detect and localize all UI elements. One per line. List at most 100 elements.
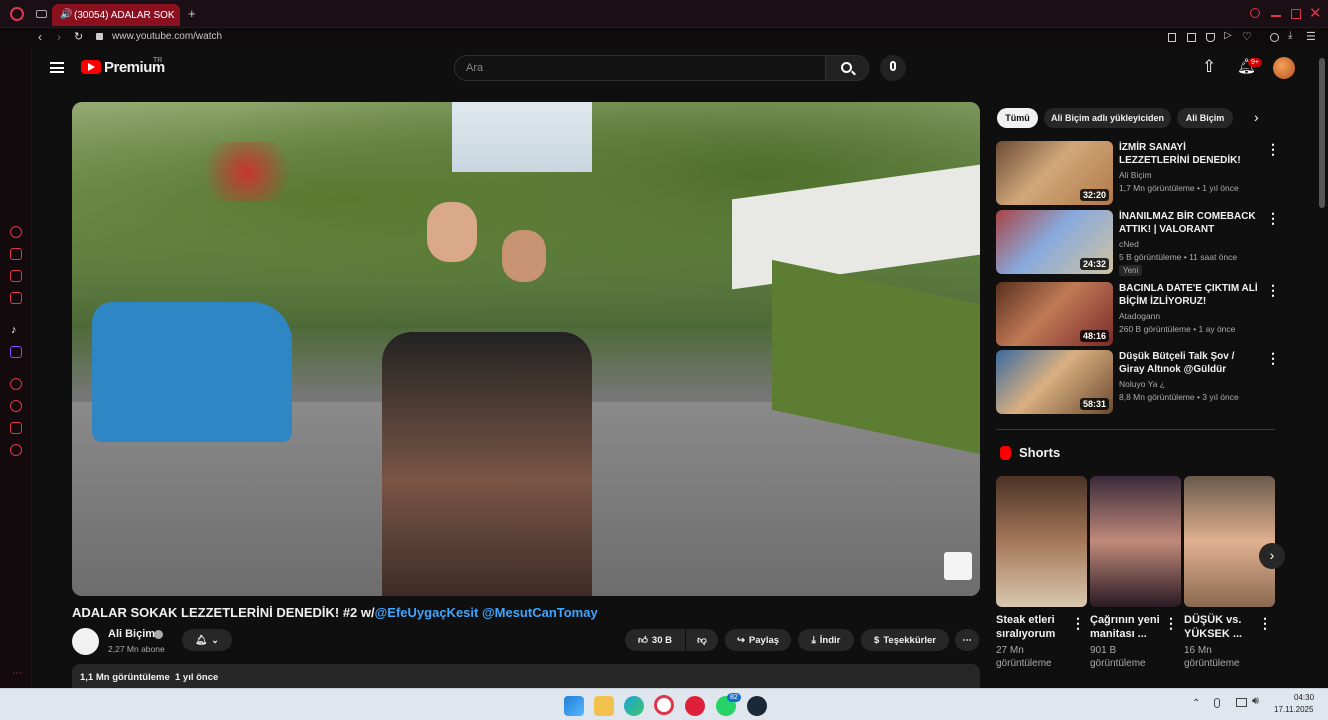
maximize-button[interactable] [1291,9,1301,19]
short-thumbnail[interactable] [1184,476,1275,607]
list-item[interactable]: 58:31 Düşük Bütçeli Talk Şov / Giray Alt… [996,350,1280,414]
mention-link[interactable]: @MesutCanTomay [482,605,598,620]
close-window-button[interactable]: ✕ [1309,4,1322,22]
profile-icon[interactable] [1270,33,1279,42]
more-icon[interactable]: ⋮ [1266,350,1280,367]
reload-icon[interactable]: ↻ [74,30,83,43]
list-item[interactable]: 24:32 İNANILMAZ BİR COMEBACK ATTIK! | VA… [996,210,1280,276]
youtube-music-icon[interactable] [685,696,705,716]
opera-taskbar-icon[interactable] [654,695,674,715]
description-box[interactable]: 1,1 Mn görüntüleme 1 yıl önce [72,664,980,688]
search-tabs-icon[interactable] [1250,8,1260,18]
search-button[interactable] [825,55,869,81]
start-icon[interactable] [564,696,584,716]
chip-all[interactable]: Tümü [997,108,1038,128]
clock-date[interactable]: 17.11.2025 [1274,705,1313,714]
mention-link[interactable]: @EfeUygaçKesit [375,605,479,620]
shield-icon[interactable] [1206,33,1215,42]
play-icon[interactable]: ▷ [1224,30,1232,41]
video-player[interactable] [72,102,980,596]
shorts-next-button[interactable]: › [1259,543,1285,569]
more-icon[interactable]: ⋮ [1258,615,1272,632]
network-icon[interactable] [1236,698,1247,707]
steam-icon[interactable] [747,696,767,716]
short-thumbnail[interactable] [1090,476,1181,607]
tiktok-icon[interactable]: ♪ [11,324,17,336]
speaker-icon[interactable]: 🔊 [60,9,72,20]
more-icon[interactable]: ⋮ [1266,141,1280,158]
pin-icon[interactable] [1168,33,1176,42]
short-title[interactable]: Steak etleri sıralıyorum [996,613,1068,641]
subscribed-bell-button[interactable]: 🔔︎ ⌄ [182,629,232,651]
like-button[interactable]: 👍︎ 30 B [625,629,685,651]
channel-name[interactable]: Ali Biçim [108,628,155,640]
chevron-right-icon[interactable]: › [1254,109,1259,125]
active-tab[interactable]: 🔊 (30054) ADALAR SOK [52,4,180,26]
related-title[interactable]: BACINLA DATE'E ÇIKTIM ALİ BİÇİM İZLİYORU… [1119,282,1259,308]
video-thumbnail[interactable]: 32:20 [996,141,1113,205]
share-button[interactable]: ↪ Paylaş [725,629,791,651]
crypto-wallet-icon[interactable] [10,248,22,260]
opera-logo-icon[interactable] [10,7,24,21]
more-icon[interactable]: ⋮ [1266,210,1280,227]
edge-icon[interactable] [624,696,644,716]
thanks-button[interactable]: $ Teşekkürler [861,629,949,651]
related-title[interactable]: İNANILMAZ BİR COMEBACK ATTIK! | VALORANT… [1119,210,1259,236]
list-item[interactable]: 32:20 İZMİR SANAYİ LEZZETLERİNİ DENEDİK!… [996,141,1280,205]
related-channel[interactable]: cNed [1119,238,1139,251]
back-icon[interactable]: ‹ [38,30,42,44]
chip-uploader[interactable]: Ali Biçim adlı yükleyiciden [1044,108,1171,128]
tab-islands-icon[interactable] [36,10,47,18]
download-icon[interactable]: ⤓ [1288,30,1292,41]
scrollbar[interactable] [1319,58,1325,208]
account-avatar[interactable] [1273,57,1295,79]
related-title[interactable]: Düşük Bütçeli Talk Şov / Giray Altınok @… [1119,350,1259,376]
messenger-icon[interactable] [10,270,22,282]
history-icon[interactable] [10,400,22,412]
telegram-icon[interactable] [10,292,22,304]
search-input[interactable]: Ara [454,55,826,81]
chip-channel[interactable]: Ali Biçim [1177,108,1233,128]
upload-icon[interactable]: ⇧ [1202,57,1216,77]
download-button[interactable]: ⤓ İndir [798,629,854,651]
menu-icon[interactable]: ☰ [1306,30,1316,43]
clock-time[interactable]: 04:30 [1294,693,1314,702]
short-title[interactable]: Çağrının yeni manitası ... [1090,613,1162,641]
more-actions-button[interactable]: ⋯ [955,629,979,651]
more-icon[interactable]: ⋮ [1071,615,1085,632]
related-channel[interactable]: Atadogann [1119,310,1160,323]
url-text[interactable]: www.youtube.com/watch [112,31,222,42]
aria-icon[interactable] [10,226,22,238]
more-icon[interactable]: ⋮ [1164,615,1178,632]
short-title[interactable]: DÜŞÜK vs. YÜKSEK ... [1184,613,1256,641]
channel-avatar[interactable] [72,628,99,655]
volume-icon[interactable]: 🔊︎ [1252,695,1259,708]
hamburger-menu-icon[interactable] [50,62,64,73]
settings-icon[interactable] [10,444,22,456]
mic-tray-icon[interactable] [1214,698,1220,708]
video-thumbnail[interactable]: 24:32 [996,210,1113,274]
youtube-logo-icon[interactable] [81,60,101,74]
video-thumbnail[interactable]: 58:31 [996,350,1113,414]
more-sidebar-icon[interactable]: ⋯ [12,668,22,679]
file-explorer-icon[interactable] [594,696,614,716]
player-icon[interactable] [10,378,22,390]
related-channel[interactable]: Noluyo Ya ¿ [1119,378,1165,391]
new-tab-button[interactable]: + [188,6,196,21]
list-item[interactable]: 48:16 BACINLA DATE'E ÇIKTIM ALİ BİÇİM İZ… [996,282,1280,346]
video-thumbnail[interactable]: 48:16 [996,282,1113,346]
forward-icon[interactable]: › [57,30,61,44]
snapshot-icon[interactable] [1187,33,1196,42]
extensions-icon[interactable] [10,422,22,434]
more-icon[interactable]: ⋮ [1266,282,1280,299]
minimize-button[interactable] [1271,15,1281,17]
tray-chevron-icon[interactable]: ⌃ [1192,698,1200,709]
voice-search-button[interactable] [880,55,906,81]
heart-icon[interactable]: ♡ [1242,30,1252,43]
dislike-button[interactable]: 👎︎ [686,629,718,651]
related-title[interactable]: İZMİR SANAYİ LEZZETLERİNİ DENEDİK! @EfeU… [1119,141,1259,167]
related-channel[interactable]: Ali Biçim [1119,169,1152,182]
short-thumbnail[interactable] [996,476,1087,607]
twitch-icon[interactable] [10,346,22,358]
duration-badge: 48:16 [1079,330,1109,342]
